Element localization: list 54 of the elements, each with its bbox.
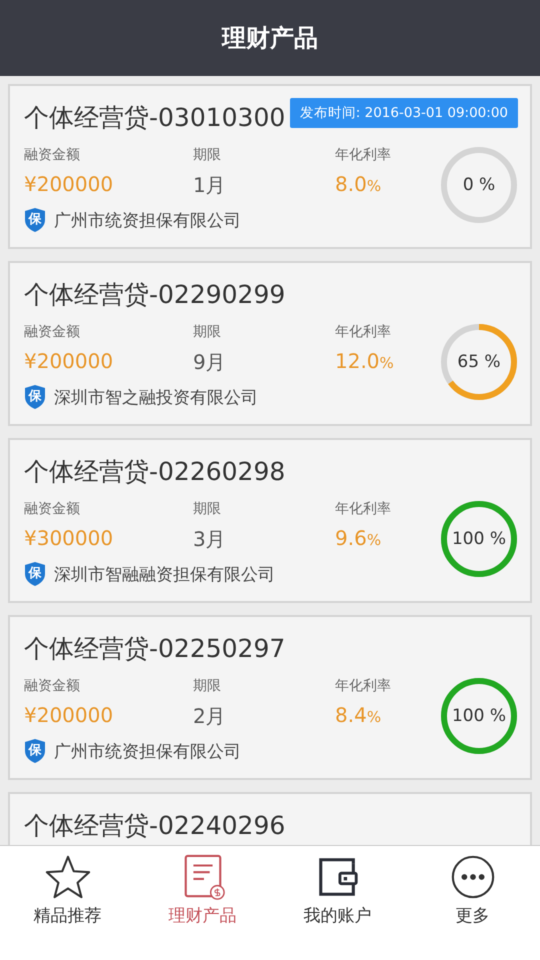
product-card[interactable]: 个体经营贷-02240296: [8, 792, 532, 845]
product-title: 个体经营贷-03010300: [24, 102, 286, 134]
term-value: 2月: [193, 703, 227, 730]
product-title: 个体经营贷-02290299: [24, 279, 286, 311]
publish-time-badge: 发布时间: 2016-03-01 09:00:00: [290, 98, 518, 128]
page-title: 理财产品: [222, 23, 318, 54]
progress-percent: 0 %: [462, 174, 496, 194]
shield-icon: 保: [24, 738, 46, 764]
shield-icon: 保: [24, 207, 46, 233]
guarantor-name: 深圳市智之融投资有限公司: [54, 386, 258, 408]
rate-value: 8.4%: [334, 703, 382, 729]
more-icon: [450, 854, 496, 900]
term-label: 期限: [193, 677, 222, 695]
product-title: 个体经营贷-02250297: [24, 633, 286, 665]
nav-tab[interactable]: 理财产品: [135, 846, 270, 960]
product-card[interactable]: 个体经营贷-02260298 融资金额 期限 年化利率 ¥300000 3月 9.6% 保 深圳市智融融资担保有限公司 100 %: [8, 438, 532, 603]
product-card[interactable]: 个体经营贷-02250297 融资金额 期限 年化利率 ¥200000 2月 8.4% 保 广州市统资担保有限公司 100 %: [8, 615, 532, 780]
nav-tab[interactable]: 我的账户: [270, 846, 405, 960]
rate-value: 12.0%: [334, 349, 394, 375]
product-title: 个体经营贷-02260298: [24, 456, 286, 488]
progress-percent: 65 %: [457, 352, 501, 372]
nav-tab[interactable]: 精品推荐: [0, 846, 135, 960]
product-title: 个体经营贷-02240296: [24, 810, 286, 842]
term-label: 期限: [193, 500, 222, 518]
shield-icon: 保: [24, 561, 46, 587]
amount-label: 融资金额: [24, 500, 81, 518]
amount-label: 融资金额: [24, 146, 81, 164]
product-card[interactable]: 个体经营贷-03010300 发布时间: 2016-03-01 09:00:00 融资金额 期限 年化利率 ¥200000 1月 8.0% 保 广州市统资担保有限公司 0 %: [8, 84, 532, 249]
guarantor-name: 广州市统资担保有限公司: [54, 740, 241, 762]
amount-value: ¥200000: [24, 349, 114, 375]
product-card[interactable]: 个体经营贷-02290299 融资金额 期限 年化利率 ¥200000 9月 12.0% 保 深圳市智之融投资有限公司 65 %: [8, 261, 532, 426]
rate-value: 9.6%: [334, 526, 382, 552]
amount-value: ¥300000: [24, 526, 114, 552]
guarantor-name: 深圳市智融融资担保有限公司: [54, 564, 275, 586]
star-icon: [44, 854, 90, 900]
rate-label: 年化利率: [334, 146, 391, 164]
progress-percent: 100 %: [452, 528, 506, 548]
term-value: 1月: [193, 172, 227, 199]
term-label: 期限: [193, 323, 222, 341]
progress-percent: 100 %: [452, 706, 506, 726]
rate-label: 年化利率: [334, 500, 391, 518]
shield-icon: 保: [24, 384, 46, 410]
guarantor-name: 广州市统资担保有限公司: [54, 210, 241, 232]
rate-label: 年化利率: [334, 677, 391, 695]
amount-value: ¥200000: [24, 172, 114, 198]
rate-value: 8.0%: [334, 172, 382, 198]
term-value: 9月: [193, 349, 227, 376]
rate-label: 年化利率: [334, 323, 392, 341]
amount-label: 融资金额: [24, 677, 81, 695]
amount-value: ¥200000: [24, 703, 114, 729]
term-label: 期限: [193, 146, 222, 164]
term-value: 3月: [193, 526, 227, 553]
amount-label: 融资金额: [24, 323, 81, 341]
nav-tab[interactable]: 更多: [405, 846, 540, 960]
